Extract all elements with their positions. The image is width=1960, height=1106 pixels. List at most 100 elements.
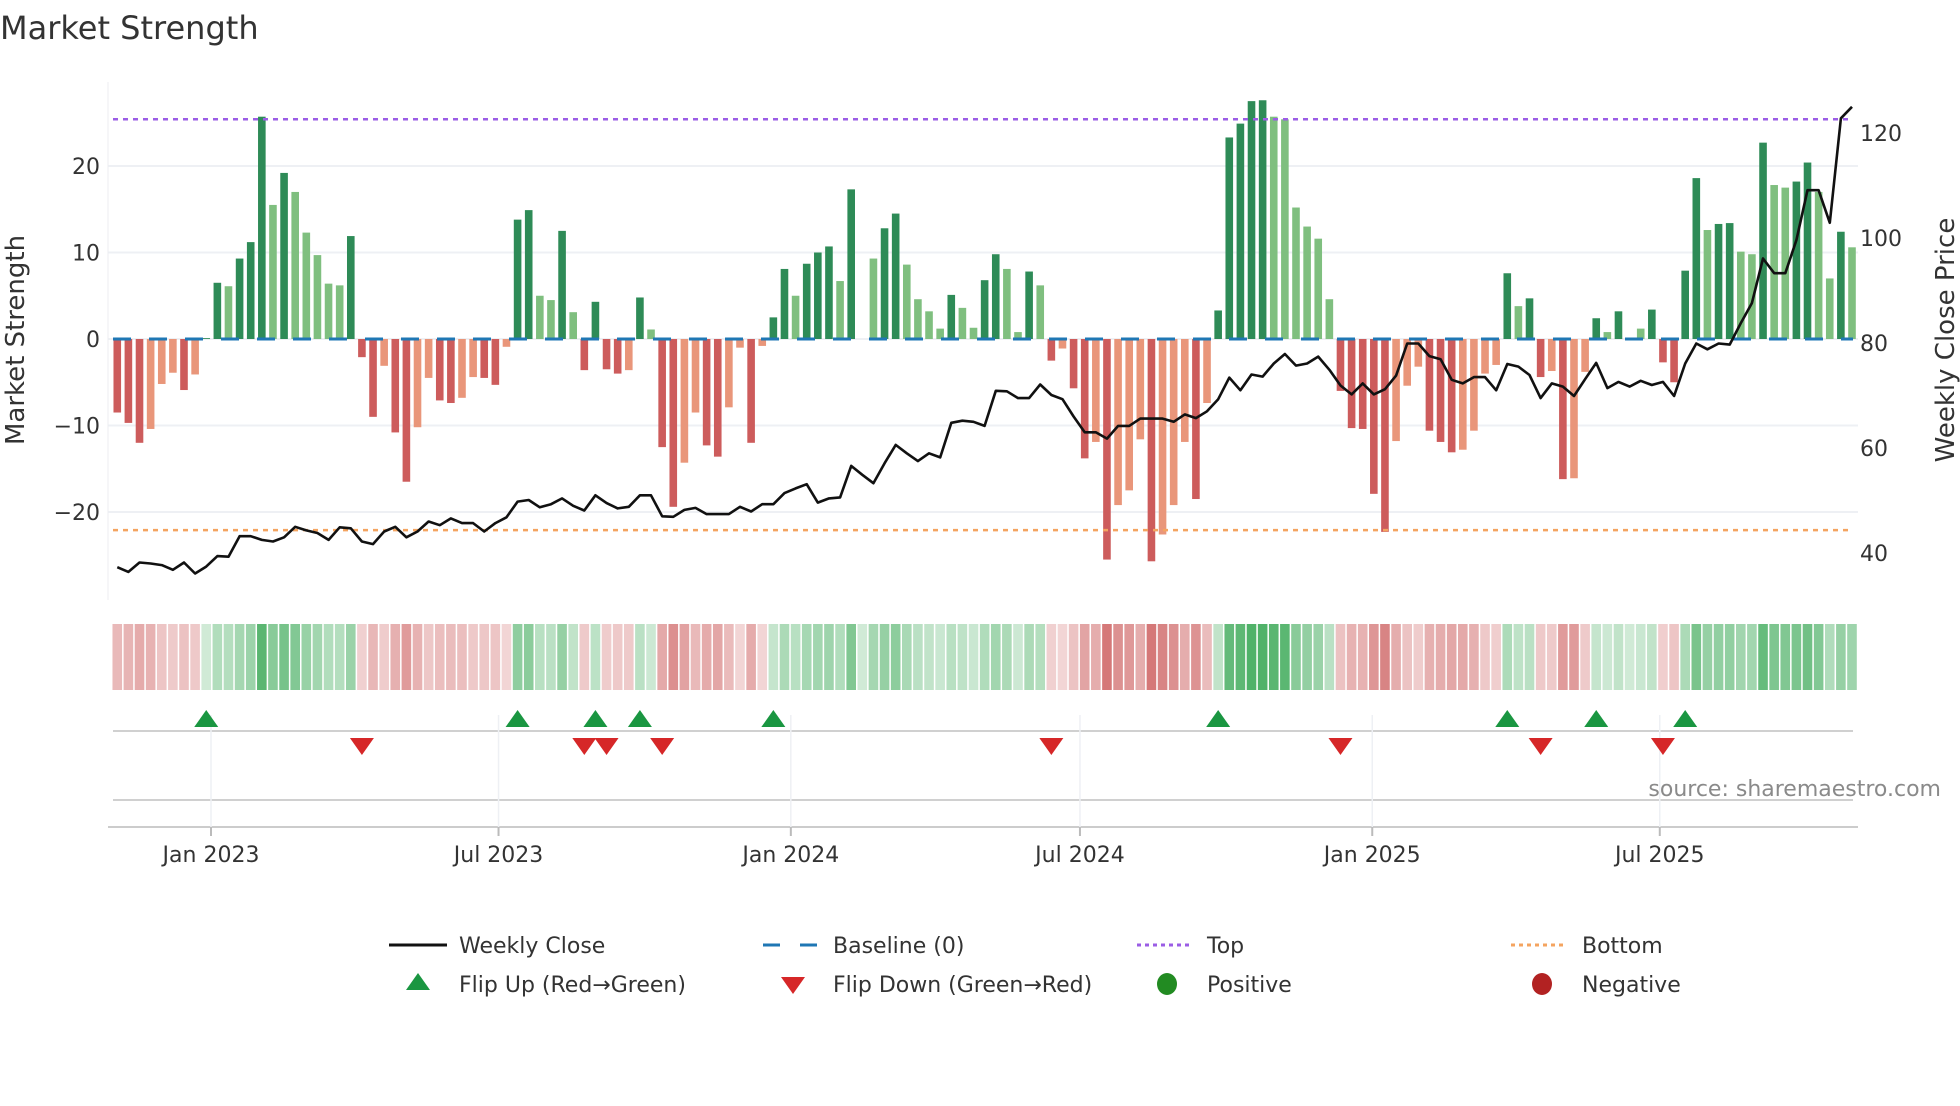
- chart-title: Market Strength: [0, 9, 259, 47]
- y2-tick-label: 40: [1860, 542, 1888, 567]
- heat-cell: [156, 624, 167, 690]
- strength-bar: [958, 307, 967, 339]
- legend-item-weekly-close[interactable]: Weekly Close: [389, 934, 605, 959]
- heat-cell: [446, 624, 456, 690]
- heat-cell: [1546, 624, 1557, 690]
- strength-bar: [1258, 100, 1267, 339]
- heat-cell: [357, 624, 367, 690]
- strength-bar: [980, 280, 989, 339]
- strength-bar: [1514, 306, 1523, 339]
- heat-cell: [1791, 624, 1802, 690]
- heat-cell: [368, 624, 378, 690]
- strength-bar: [802, 263, 811, 339]
- y2-tick-label: 100: [1860, 227, 1902, 252]
- legend-item-negative[interactable]: Negative: [1532, 973, 1681, 998]
- heat-cell: [1446, 624, 1457, 690]
- heat-cell: [1691, 624, 1702, 690]
- strength-bars: [113, 100, 1856, 562]
- strength-bar: [947, 294, 956, 339]
- legend-item-bottom[interactable]: Bottom: [1511, 934, 1663, 959]
- strength-bar: [836, 281, 844, 339]
- heat-cell: [1357, 624, 1368, 690]
- strength-bar: [1092, 339, 1100, 442]
- strength-bar: [180, 339, 188, 391]
- strength-bar: [435, 339, 444, 401]
- strength-bar: [602, 339, 611, 370]
- strength-bar: [991, 254, 1000, 339]
- strength-bar: [613, 339, 622, 374]
- x-tick-label: Jan 2025: [1322, 843, 1421, 868]
- heat-cell: [557, 624, 567, 690]
- strength-bar: [157, 339, 166, 384]
- y-tick-label: −10: [54, 415, 100, 440]
- strength-bar: [1659, 339, 1667, 363]
- legend-label: Negative: [1582, 973, 1681, 998]
- heat-cell: [1335, 624, 1346, 690]
- x-tick-label: Jul 2025: [1613, 843, 1705, 868]
- heat-cell: [913, 624, 923, 690]
- legend-item-flip-down[interactable]: Flip Down (Green→Red): [781, 973, 1092, 998]
- strength-bar: [1636, 328, 1645, 339]
- heat-cell: [1502, 624, 1513, 690]
- heat-cell: [1191, 624, 1201, 690]
- strength-bar: [1559, 339, 1567, 480]
- strength-bar: [1281, 119, 1289, 339]
- heat-cell: [1291, 624, 1301, 690]
- strength-bar: [1125, 339, 1133, 491]
- strength-bar: [636, 297, 644, 339]
- heat-cell: [1380, 624, 1390, 690]
- strength-bar: [346, 236, 355, 339]
- legend-item-positive[interactable]: Positive: [1157, 973, 1292, 998]
- flip-up-marker: [583, 710, 608, 727]
- heat-cell: [1580, 624, 1590, 690]
- heat-cell: [512, 624, 523, 690]
- strength-bar: [491, 339, 500, 385]
- heat-cell: [379, 624, 389, 690]
- flip-down-marker: [572, 738, 597, 755]
- heat-cell: [1680, 624, 1690, 690]
- strength-bar: [791, 295, 800, 339]
- heat-cell: [1457, 624, 1468, 690]
- heat-cell: [968, 624, 979, 690]
- strength-bar: [691, 339, 700, 413]
- heat-cell: [535, 624, 545, 690]
- legend-item-top[interactable]: Top: [1137, 934, 1244, 959]
- strength-bar: [814, 252, 822, 339]
- heat-cell: [1324, 624, 1335, 690]
- legend-label: Bottom: [1582, 934, 1663, 959]
- heat-cell: [1113, 624, 1123, 690]
- strength-bar: [1180, 339, 1189, 442]
- flip-up-marker: [1673, 710, 1698, 727]
- heat-cell: [1413, 624, 1424, 690]
- legend-item-flip-up[interactable]: Flip Up (Red→Green): [406, 973, 686, 998]
- heat-cell: [490, 624, 501, 690]
- circle-icon: [1532, 973, 1552, 995]
- strength-bar: [291, 191, 299, 339]
- heat-cell: [1091, 624, 1101, 690]
- heat-cell: [857, 624, 868, 690]
- heat-cell: [1224, 624, 1235, 690]
- strength-bar: [1347, 339, 1356, 429]
- flip-down-marker: [1528, 738, 1553, 755]
- strength-bar: [1648, 309, 1656, 339]
- strength-bar: [258, 116, 266, 339]
- y2-tick-label: 80: [1860, 332, 1888, 357]
- strength-bar: [191, 339, 199, 375]
- strength-bar: [1436, 339, 1445, 442]
- strength-bar: [880, 228, 889, 339]
- heat-cell: [601, 624, 612, 690]
- heat-cell: [657, 624, 667, 690]
- strength-bar: [213, 282, 222, 339]
- legend-label: Top: [1206, 934, 1244, 959]
- heat-cell: [1302, 624, 1312, 690]
- heat-cell: [1491, 624, 1501, 690]
- strength-bar: [1492, 339, 1500, 365]
- strength-bar: [569, 312, 577, 339]
- strength-bar: [914, 299, 922, 339]
- strength-bar: [380, 339, 388, 366]
- legend-item-baseline[interactable]: Baseline (0): [763, 934, 964, 959]
- heat-cell: [257, 624, 267, 690]
- flip-up-marker: [505, 710, 530, 727]
- heat-cell: [523, 624, 534, 690]
- left-axis-title: Market Strength: [1, 235, 31, 445]
